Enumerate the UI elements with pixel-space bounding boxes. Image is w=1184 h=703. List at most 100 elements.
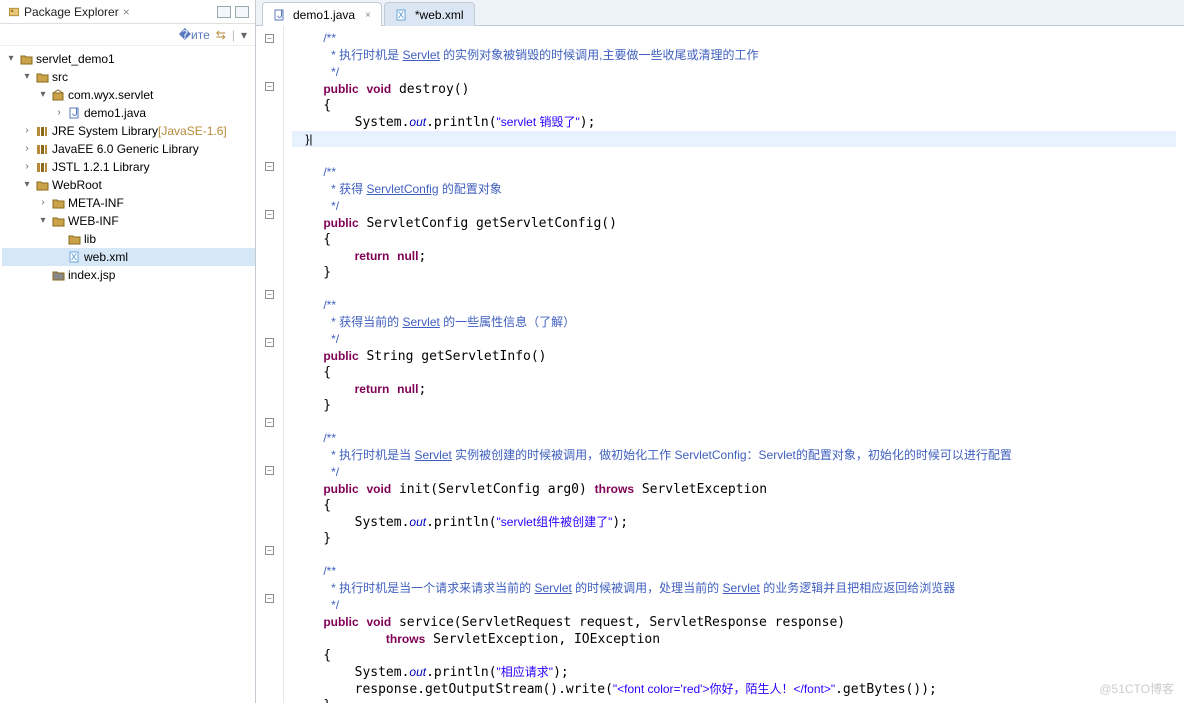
gutter-cell[interactable]	[256, 46, 283, 62]
jsp-file-icon	[50, 267, 66, 283]
link-editor-icon[interactable]: ⇆	[216, 28, 226, 42]
twisty-icon[interactable]: ›	[20, 122, 34, 140]
gutter-cell[interactable]: −	[256, 414, 283, 430]
editor-tab-demo1-java[interactable]: Jdemo1.java×	[262, 2, 382, 26]
tree-item-label: lib	[84, 230, 96, 248]
close-tab-icon[interactable]: ×	[365, 10, 371, 21]
source-code[interactable]: /** * 执行时机是 Servlet 的实例对象被销毁的时候调用,主要做一些收…	[284, 26, 1184, 703]
gutter-cell[interactable]	[256, 574, 283, 590]
gutter-cell[interactable]	[256, 670, 283, 686]
fold-toggle-icon[interactable]: −	[265, 418, 274, 427]
gutter-cell[interactable]	[256, 318, 283, 334]
tree-item-label: src	[52, 68, 68, 86]
gutter-cell[interactable]: −	[256, 206, 283, 222]
tree-item-web-xml[interactable]: xweb.xml	[2, 248, 255, 266]
tree-item-web-inf[interactable]: ▾WEB-INF	[2, 212, 255, 230]
tree-item-javaee-6-0-generic-library[interactable]: › JavaEE 6.0 Generic Library	[2, 140, 255, 158]
twisty-icon[interactable]: ▾	[36, 86, 50, 104]
fold-toggle-icon[interactable]: −	[265, 162, 274, 171]
gutter-cell[interactable]: −	[256, 334, 283, 350]
twisty-icon[interactable]: ▾	[20, 176, 34, 194]
gutter-cell[interactable]	[256, 110, 283, 126]
maximize-view-icon[interactable]	[235, 6, 249, 18]
tree-item-label: JRE System Library	[52, 122, 158, 140]
tree-item-com-wyx-servlet[interactable]: ▾com.wyx.servlet	[2, 86, 255, 104]
xml-file-icon: x	[66, 249, 82, 265]
gutter-cell[interactable]	[256, 174, 283, 190]
gutter[interactable]: − − − − − − − − − −	[256, 26, 284, 703]
twisty-icon[interactable]: ▾	[36, 212, 50, 230]
gutter-cell[interactable]: −	[256, 286, 283, 302]
tree-item-src[interactable]: ▾ src	[2, 68, 255, 86]
editor-tab--web-xml[interactable]: x*web.xml	[384, 2, 475, 26]
gutter-cell[interactable]	[256, 222, 283, 238]
fold-toggle-icon[interactable]: −	[265, 34, 274, 43]
gutter-cell[interactable]	[256, 190, 283, 206]
gutter-cell[interactable]	[256, 302, 283, 318]
gutter-cell[interactable]: −	[256, 30, 283, 46]
gutter-cell[interactable]	[256, 126, 283, 142]
fold-toggle-icon[interactable]: −	[265, 82, 274, 91]
gutter-cell[interactable]	[256, 478, 283, 494]
gutter-cell[interactable]	[256, 270, 283, 286]
gutter-cell[interactable]: −	[256, 158, 283, 174]
gutter-cell[interactable]: −	[256, 78, 283, 94]
library-icon	[34, 159, 50, 175]
gutter-cell[interactable]	[256, 446, 283, 462]
gutter-cell[interactable]	[256, 686, 283, 702]
gutter-cell[interactable]	[256, 254, 283, 270]
tree-item-label: JavaEE 6.0 Generic Library	[52, 140, 199, 158]
svg-text:J: J	[277, 8, 283, 21]
twisty-icon[interactable]: ›	[36, 194, 50, 212]
tree-item-webroot[interactable]: ▾ WebRoot	[2, 176, 255, 194]
fold-toggle-icon[interactable]: −	[265, 466, 274, 475]
twisty-icon[interactable]: ▾	[4, 50, 18, 68]
tree-item-label: META-INF	[68, 194, 124, 212]
tree-item-label: demo1.java	[84, 104, 146, 122]
gutter-cell[interactable]	[256, 654, 283, 670]
minimize-view-icon[interactable]	[217, 6, 231, 18]
gutter-cell[interactable]	[256, 366, 283, 382]
gutter-cell[interactable]	[256, 238, 283, 254]
tree-item-label: WebRoot	[52, 176, 102, 194]
twisty-icon[interactable]: ▾	[20, 68, 34, 86]
twisty-icon[interactable]: ›	[20, 140, 34, 158]
view-menu-icon[interactable]: ▾	[241, 28, 247, 42]
tree-item-demo1-java[interactable]: ›Jdemo1.java	[2, 104, 255, 122]
gutter-cell[interactable]	[256, 510, 283, 526]
fold-toggle-icon[interactable]: −	[265, 290, 274, 299]
gutter-cell[interactable]	[256, 606, 283, 622]
gutter-cell[interactable]	[256, 622, 283, 638]
gutter-cell[interactable]: −	[256, 542, 283, 558]
twisty-icon[interactable]: ›	[52, 104, 66, 122]
project-tree[interactable]: ▾servlet_demo1▾src▾com.wyx.servlet›Jdemo…	[0, 46, 255, 703]
gutter-cell[interactable]	[256, 382, 283, 398]
gutter-cell[interactable]	[256, 398, 283, 414]
gutter-cell[interactable]	[256, 638, 283, 654]
tree-item-meta-inf[interactable]: › META-INF	[2, 194, 255, 212]
tree-item-decoration: [JavaSE-1.6]	[158, 122, 227, 140]
gutter-cell[interactable]	[256, 142, 283, 158]
gutter-cell[interactable]: −	[256, 462, 283, 478]
close-view-icon[interactable]: ×	[123, 5, 130, 19]
tree-item-jre-system-library[interactable]: › JRE System Library [JavaSE-1.6]	[2, 122, 255, 140]
tree-item-index-jsp[interactable]: index.jsp	[2, 266, 255, 284]
collapse-all-icon[interactable]: �ите	[179, 28, 210, 42]
fold-toggle-icon[interactable]: −	[265, 210, 274, 219]
fold-toggle-icon[interactable]: −	[265, 546, 274, 555]
tree-item-servlet-demo1[interactable]: ▾servlet_demo1	[2, 50, 255, 68]
gutter-cell[interactable]	[256, 350, 283, 366]
fold-toggle-icon[interactable]: −	[265, 594, 274, 603]
gutter-cell[interactable]	[256, 430, 283, 446]
code-editor[interactable]: − − − − − − − − − − /** * 执行时机是 Servlet 的实例对象被销毁的…	[256, 26, 1184, 703]
gutter-cell[interactable]	[256, 558, 283, 574]
gutter-cell[interactable]	[256, 94, 283, 110]
twisty-icon[interactable]: ›	[20, 158, 34, 176]
tree-item-lib[interactable]: lib	[2, 230, 255, 248]
gutter-cell[interactable]	[256, 62, 283, 78]
fold-toggle-icon[interactable]: −	[265, 338, 274, 347]
gutter-cell[interactable]: −	[256, 590, 283, 606]
tree-item-jstl-1-2-1-library[interactable]: ›JSTL 1.2.1 Library	[2, 158, 255, 176]
gutter-cell[interactable]	[256, 494, 283, 510]
gutter-cell[interactable]	[256, 526, 283, 542]
